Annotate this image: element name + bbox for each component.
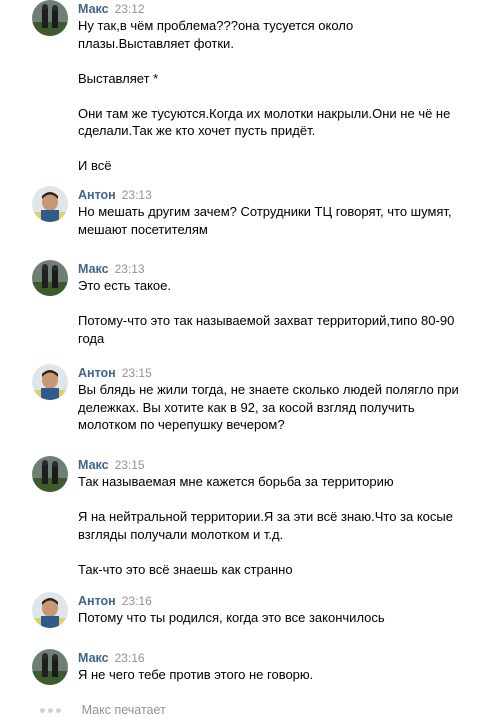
message-text: Я на нейтральной территории.Я за эти всё… xyxy=(78,509,453,542)
message-body: Это есть такое. Потому-что это так называ… xyxy=(78,277,478,347)
message-header: Антон 23:16 xyxy=(78,592,152,609)
message-header: Макс 23:15 xyxy=(78,456,145,473)
message-header: Антон 23:13 xyxy=(78,186,152,203)
message-text: Так-что это всё знаешь как странно xyxy=(78,561,293,577)
message-time-link[interactable]: 23:16 xyxy=(115,651,145,665)
message-text: Потому что ты родился, когда это все зак… xyxy=(78,610,385,625)
message-text: Они там же тусуются.Когда их молотки нак… xyxy=(78,105,451,139)
anton-avatar[interactable] xyxy=(32,364,68,400)
author-name-link[interactable]: Макс xyxy=(78,262,109,276)
author-name-link[interactable]: Макс xyxy=(78,2,109,16)
maks-avatar[interactable] xyxy=(32,649,68,685)
message-text: Так называемая мне кажется борьба за тер… xyxy=(78,474,394,489)
message-body: Но мешать другим зачем? Сотрудники ТЦ го… xyxy=(78,203,478,238)
anton-avatar[interactable] xyxy=(32,592,68,628)
message-body: Вы блядь не жили тогда, не знаете скольк… xyxy=(78,381,478,434)
author-name-link[interactable]: Антон xyxy=(78,594,116,608)
message-time-link[interactable]: 23:13 xyxy=(115,262,145,276)
message-header: Макс 23:16 xyxy=(78,649,145,666)
message-body: Так называемая мне кажется борьба за тер… xyxy=(78,473,478,578)
maks-avatar[interactable] xyxy=(32,456,68,492)
typing-indicator-text: Макс печатает xyxy=(81,703,166,717)
message-text: Выставляет * xyxy=(78,70,159,86)
message-body: Я не чего тебе против этого не говорю. xyxy=(78,666,478,684)
message-time-link[interactable]: 23:12 xyxy=(115,2,145,16)
author-name-link[interactable]: Антон xyxy=(78,188,116,202)
message-text: Я не чего тебе против этого не говорю. xyxy=(78,667,314,682)
message-header: Антон 23:15 xyxy=(78,364,152,381)
message-body: Потому что ты родился, когда это все зак… xyxy=(78,609,478,627)
author-name-link[interactable]: Макс xyxy=(78,458,109,472)
message-time-link[interactable]: 23:15 xyxy=(122,366,152,380)
author-name-link[interactable]: Антон xyxy=(78,366,116,380)
message-header: Макс 23:13 xyxy=(78,260,145,277)
anton-avatar[interactable] xyxy=(32,186,68,222)
message-text: Потому-что это так называемой захват тер… xyxy=(78,313,455,346)
message-time-link[interactable]: 23:15 xyxy=(115,458,145,472)
maks-avatar[interactable] xyxy=(32,0,68,36)
message-time-link[interactable]: 23:16 xyxy=(122,594,152,608)
message-text: Ну так,в чём проблема???она тусуется око… xyxy=(78,18,354,51)
author-name-link[interactable]: Макс xyxy=(78,651,109,665)
message-text: И всё xyxy=(78,158,112,173)
message-text: Но мешать другим зачем? Сотрудники ТЦ го… xyxy=(78,204,452,237)
message-time-link[interactable]: 23:13 xyxy=(122,188,152,202)
maks-avatar[interactable] xyxy=(32,260,68,296)
message-text: Это есть такое. xyxy=(78,278,172,293)
message-text: Вы блядь не жили тогда, не знаете скольк… xyxy=(78,382,459,432)
message-body: Ну так,в чём проблема???она тусуется око… xyxy=(78,17,478,175)
message-header: Макс 23:12 xyxy=(78,0,145,17)
